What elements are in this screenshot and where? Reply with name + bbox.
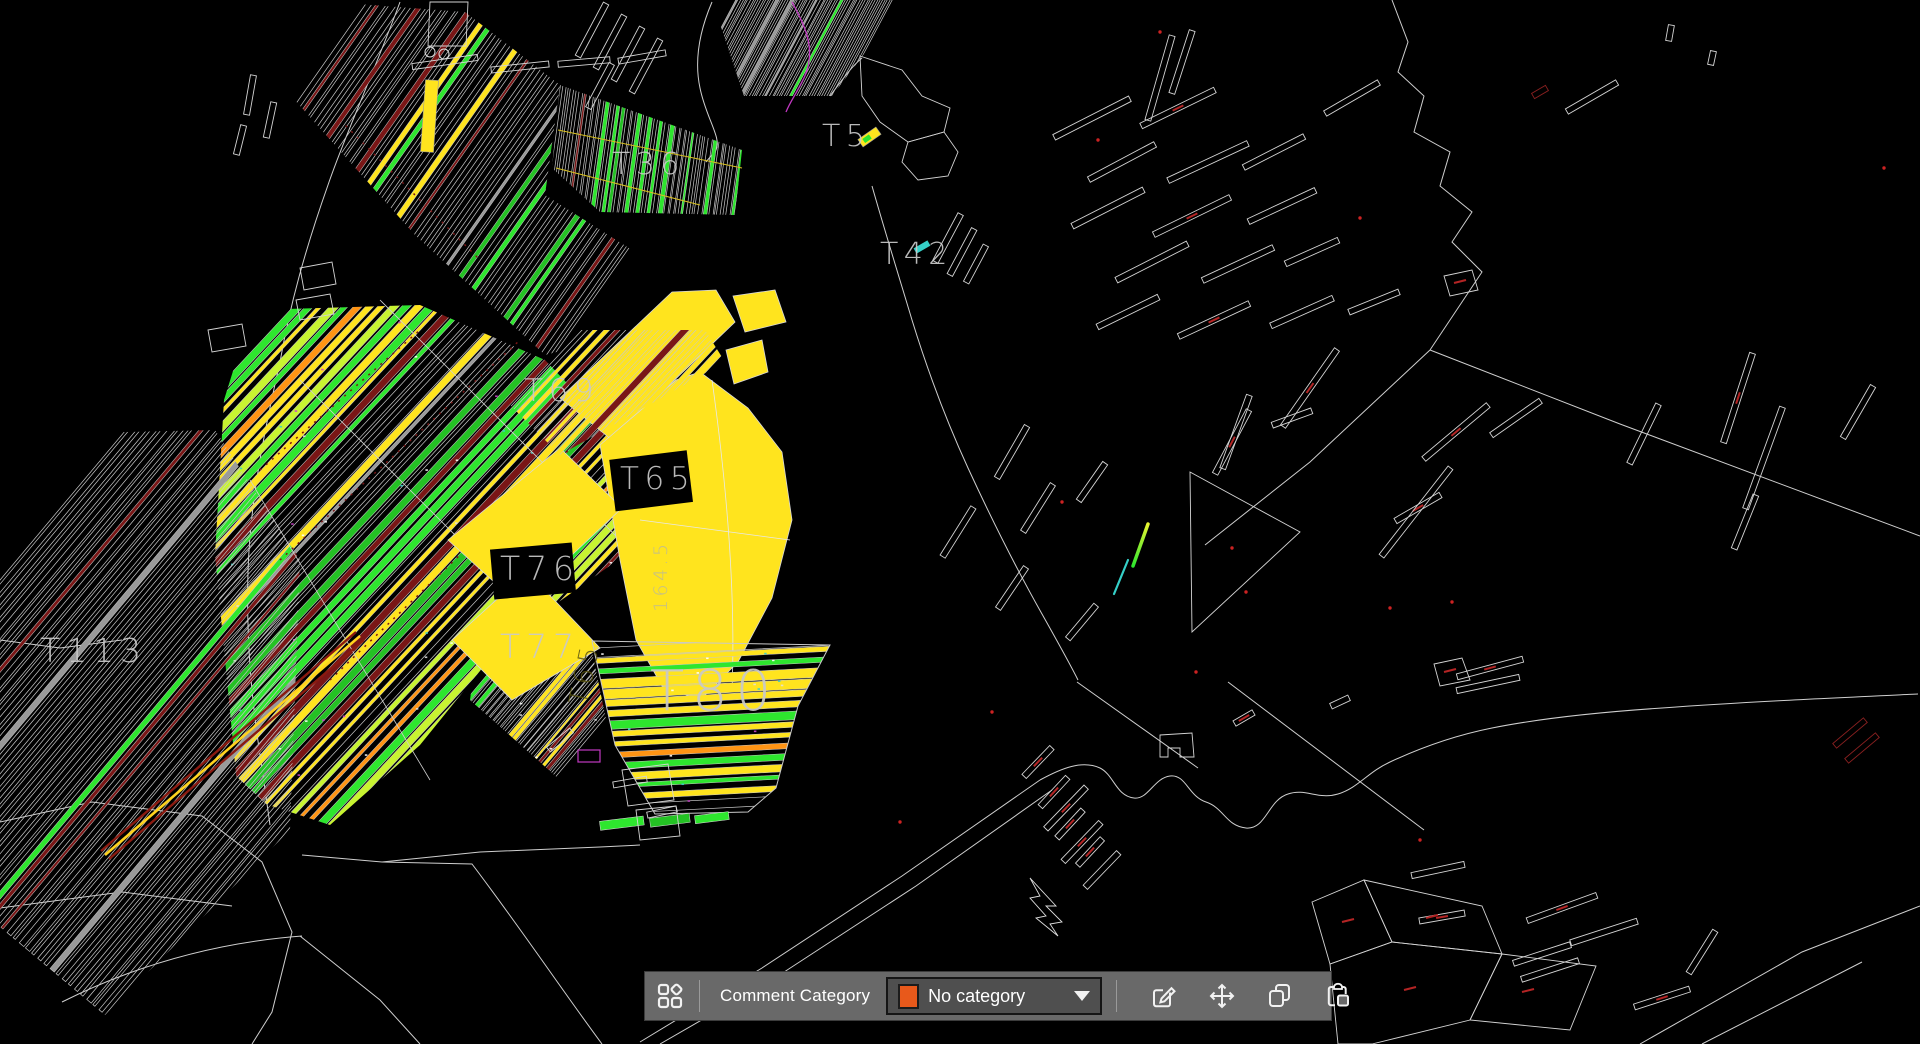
comment-toolbar: Comment Category No category xyxy=(644,971,1332,1021)
toolbar-divider xyxy=(1116,980,1117,1012)
paste-icon[interactable] xyxy=(1323,981,1353,1011)
apps-grid-icon[interactable] xyxy=(655,981,685,1011)
toolbar-divider xyxy=(699,980,700,1012)
chevron-down-icon xyxy=(1074,991,1090,1001)
category-color-swatch xyxy=(898,984,919,1009)
category-dropdown[interactable]: No category xyxy=(886,977,1102,1015)
edit-comment-icon[interactable] xyxy=(1149,981,1179,1011)
comment-category-label: Comment Category xyxy=(714,986,876,1006)
category-dropdown-value: No category xyxy=(928,986,1059,1007)
cad-map-canvas[interactable] xyxy=(0,0,1920,1044)
move-icon[interactable] xyxy=(1207,981,1237,1011)
map-viewport[interactable]: T5 T36 T42 T69 T65 T76 T77 T80 T113 T65 … xyxy=(0,0,1920,1044)
copy-icon[interactable] xyxy=(1265,981,1295,1011)
